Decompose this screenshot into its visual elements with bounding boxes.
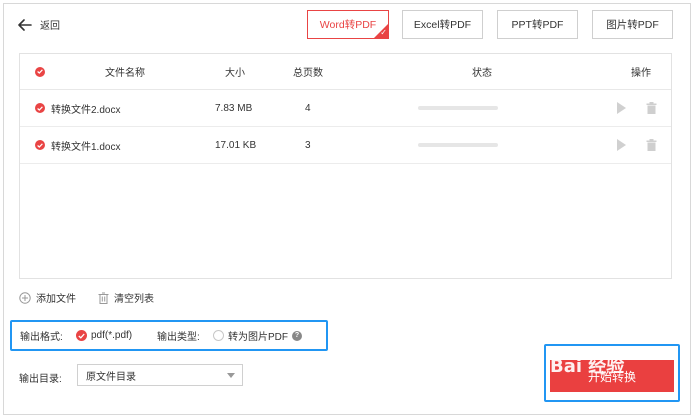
- tab-label: Word转PDF: [319, 19, 377, 31]
- arrow-left-icon: [18, 18, 32, 31]
- table-row[interactable]: 转换文件1.docx 17.01 KB 3: [20, 127, 671, 164]
- trash-icon: [98, 292, 109, 304]
- chevron-down-icon: [227, 373, 235, 378]
- column-actions: 操作: [631, 68, 651, 79]
- column-size: 大小: [225, 68, 245, 79]
- start-convert-button[interactable]: 开始转换: [550, 360, 674, 392]
- image-pdf-radio[interactable]: 转为图片PDF ?: [213, 322, 302, 349]
- column-name: 文件名称: [105, 68, 145, 79]
- column-pages: 总页数: [293, 68, 323, 79]
- file-pages: 4: [305, 102, 311, 114]
- check-icon: [35, 103, 45, 113]
- play-icon: [617, 139, 626, 151]
- radio-unchecked-icon: [213, 330, 224, 341]
- check-icon: [35, 66, 45, 77]
- tab-label: PPT转PDF: [511, 19, 564, 31]
- table-header: 文件名称 大小 总页数 状态 操作: [20, 54, 671, 90]
- add-file-label: 添加文件: [36, 294, 76, 305]
- trash-icon: [646, 102, 657, 114]
- progress-bar: [418, 127, 498, 163]
- file-name: 转换文件1.docx: [51, 141, 121, 153]
- image-pdf-label: 转为图片PDF: [228, 332, 288, 343]
- file-name: 转换文件2.docx: [51, 104, 121, 116]
- output-format-section: 输出格式: pdf(*.pdf) 输出类型: 转为图片PDF ?: [10, 320, 328, 351]
- back-button[interactable]: 返回: [18, 17, 60, 32]
- list-actions: 添加文件 清空列表: [19, 290, 154, 305]
- back-label: 返回: [40, 21, 60, 32]
- clear-list-button[interactable]: 清空列表: [98, 290, 154, 305]
- play-icon: [617, 102, 626, 114]
- file-table: 文件名称 大小 总页数 状态 操作 转换文件2.docx 7.83 MB 4 转…: [19, 53, 672, 279]
- format-pdf-radio[interactable]: pdf(*.pdf): [76, 322, 132, 349]
- convert-section: 开始转换: [544, 344, 680, 402]
- tab-ppt-to-pdf[interactable]: PPT转PDF: [497, 10, 578, 39]
- tab-label: Excel转PDF: [413, 19, 472, 31]
- column-status: 状态: [472, 68, 492, 79]
- file-size: 7.83 MB: [215, 102, 253, 114]
- tab-label: 图片转PDF: [606, 19, 659, 31]
- trash-icon: [646, 139, 657, 151]
- tab-excel-to-pdf[interactable]: Excel转PDF: [402, 10, 483, 39]
- output-dir-value: 原文件目录: [86, 371, 136, 383]
- format-pdf-label: pdf(*.pdf): [91, 330, 133, 341]
- file-pages: 3: [305, 139, 311, 151]
- play-button[interactable]: [617, 90, 626, 126]
- play-button[interactable]: [617, 127, 626, 163]
- add-file-button[interactable]: 添加文件: [19, 290, 76, 305]
- output-dir-select[interactable]: 原文件目录: [77, 364, 243, 386]
- tab-image-to-pdf[interactable]: 图片转PDF: [592, 10, 673, 39]
- clear-list-label: 清空列表: [114, 294, 154, 305]
- file-size: 17.01 KB: [215, 139, 257, 151]
- row-checkbox[interactable]: [35, 127, 45, 163]
- plus-circle-icon: [19, 291, 31, 304]
- output-format-label: 输出格式:: [20, 332, 63, 343]
- delete-button[interactable]: [646, 127, 657, 163]
- select-all-checkbox[interactable]: [35, 54, 45, 89]
- output-type-label: 输出类型:: [157, 332, 200, 343]
- delete-button[interactable]: [646, 90, 657, 126]
- row-checkbox[interactable]: [35, 90, 45, 126]
- start-convert-label: 开始转换: [587, 369, 636, 384]
- progress-bar: [418, 90, 498, 126]
- check-icon: ✓: [380, 28, 387, 37]
- check-icon: [35, 140, 45, 150]
- help-icon[interactable]: ?: [292, 330, 302, 341]
- table-row[interactable]: 转换文件2.docx 7.83 MB 4: [20, 90, 671, 127]
- radio-checked-icon: [76, 330, 87, 341]
- output-dir-label: 输出目录:: [19, 374, 62, 385]
- tab-word-to-pdf[interactable]: Word转PDF ✓: [307, 10, 389, 39]
